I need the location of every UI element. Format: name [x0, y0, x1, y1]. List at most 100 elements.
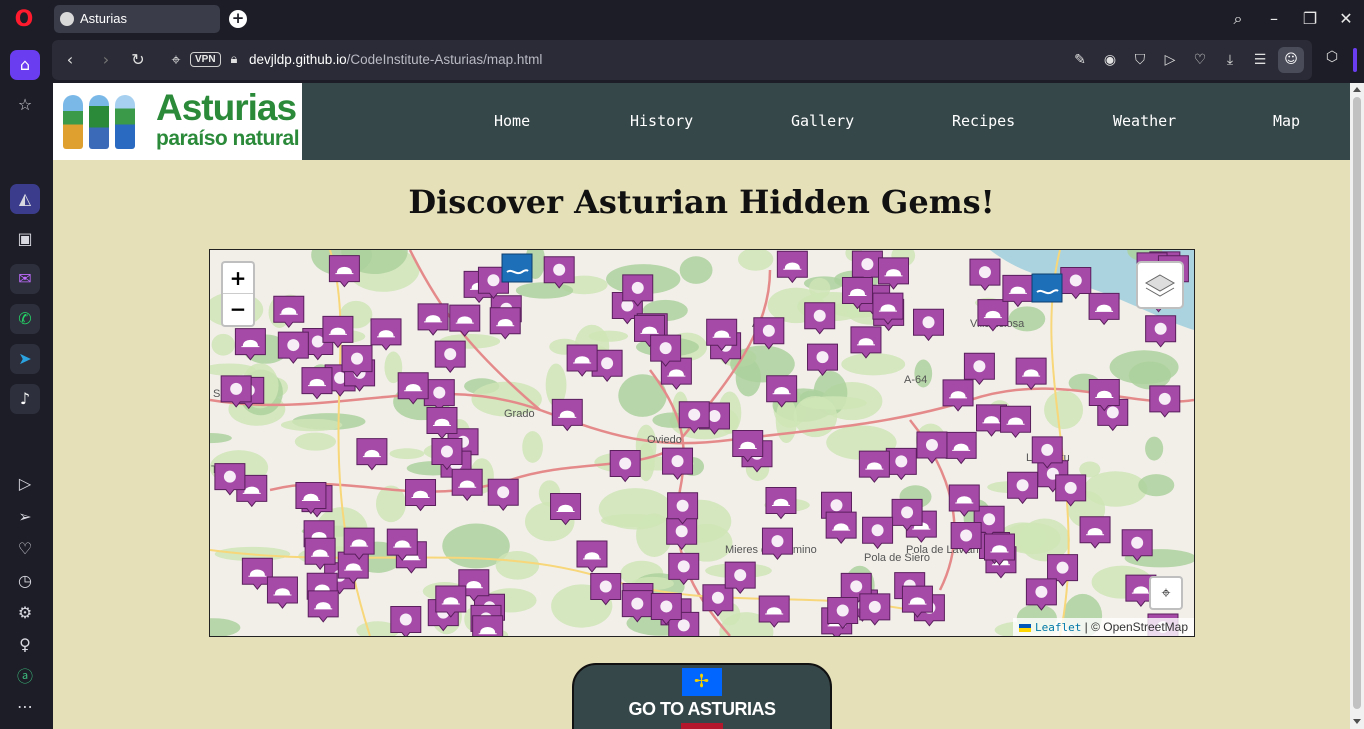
location-icon[interactable]: ⌖	[166, 50, 186, 70]
monument-marker[interactable]	[862, 516, 894, 550]
restaurant-marker[interactable]	[766, 375, 798, 408]
nav-gallery[interactable]: Gallery	[791, 112, 854, 130]
restaurant-marker[interactable]	[405, 478, 437, 512]
restaurant-marker[interactable]	[942, 379, 974, 412]
locate-button[interactable]: ⌖	[1149, 576, 1183, 610]
monument-marker[interactable]	[891, 498, 923, 532]
home-icon[interactable]: ⌂	[10, 50, 40, 80]
page-scrollbar[interactable]	[1350, 83, 1364, 729]
monument-marker[interactable]	[1007, 471, 1039, 505]
opera-logo-icon[interactable]: O	[12, 8, 36, 32]
restaurant-marker[interactable]	[706, 318, 738, 351]
restaurant-marker[interactable]	[566, 344, 598, 377]
monument-marker[interactable]	[913, 308, 945, 342]
nav-weather[interactable]: Weather	[1113, 112, 1176, 130]
restaurant-marker[interactable]	[397, 372, 429, 405]
restaurant-marker[interactable]	[1088, 292, 1120, 326]
scroll-up-arrow-icon[interactable]	[1353, 87, 1361, 92]
restaurant-marker[interactable]	[1002, 274, 1034, 308]
monument-marker[interactable]	[1145, 315, 1177, 348]
restaurant-marker[interactable]	[732, 429, 764, 463]
back-icon[interactable]: ‹	[60, 50, 80, 70]
monument-marker[interactable]	[390, 605, 422, 636]
monument-marker[interactable]	[431, 437, 463, 471]
restaurant-marker[interactable]	[850, 326, 882, 359]
restaurant-marker[interactable]	[370, 318, 402, 351]
monument-marker[interactable]	[609, 449, 641, 483]
heart-icon[interactable]: ♡	[10, 534, 40, 564]
edit-icon[interactable]: ✎	[1070, 50, 1090, 70]
restaurant-marker[interactable]	[417, 303, 449, 336]
restaurant-marker[interactable]	[266, 576, 298, 609]
nav-home[interactable]: Home	[494, 112, 530, 130]
monument-marker[interactable]	[590, 573, 622, 606]
restaurant-marker[interactable]	[307, 590, 339, 623]
restaurant-marker[interactable]	[337, 551, 369, 584]
more-icon[interactable]: ⋯	[10, 692, 40, 722]
scroll-down-arrow-icon[interactable]	[1353, 719, 1361, 724]
restaurant-marker[interactable]	[435, 585, 467, 618]
restaurant-marker[interactable]	[273, 295, 305, 329]
restaurant-marker[interactable]	[872, 292, 904, 325]
restaurant-marker[interactable]	[234, 328, 266, 361]
forward-icon[interactable]: ›	[96, 50, 116, 70]
restaurant-marker[interactable]	[489, 307, 521, 340]
restaurant-marker[interactable]	[426, 406, 458, 440]
restaurant-marker[interactable]	[356, 438, 388, 471]
messenger-icon[interactable]: ✉	[10, 264, 40, 294]
search-icon[interactable]: ⌕	[1228, 9, 1248, 29]
extension-icon[interactable]: ⓐ	[10, 662, 40, 692]
restaurant-marker[interactable]	[901, 585, 933, 618]
restaurant-marker[interactable]	[1000, 405, 1032, 438]
monument-marker[interactable]	[662, 447, 694, 480]
shield-icon[interactable]: ⛉	[1130, 50, 1150, 70]
settings-icon[interactable]: ⚙	[10, 598, 40, 628]
monument-marker[interactable]	[1025, 578, 1057, 611]
monument-marker[interactable]	[761, 527, 793, 560]
monument-marker[interactable]	[667, 492, 699, 525]
favorite-icon[interactable]: ♡	[1190, 50, 1210, 70]
monument-marker[interactable]	[969, 258, 1001, 291]
monument-marker[interactable]	[1060, 266, 1092, 300]
whatsapp-icon[interactable]: ✆	[10, 304, 40, 334]
zoom-out-button[interactable]: −	[223, 293, 253, 324]
monument-marker[interactable]	[1055, 474, 1087, 507]
history-icon[interactable]: ◷	[10, 566, 40, 596]
restaurant-marker[interactable]	[304, 537, 336, 571]
nav-recipes[interactable]: Recipes	[952, 112, 1015, 130]
monument-marker[interactable]	[916, 431, 948, 464]
restaurant-marker[interactable]	[328, 255, 360, 288]
player-icon[interactable]: ▷	[10, 469, 40, 499]
monument-marker[interactable]	[1149, 385, 1181, 418]
tips-icon[interactable]: ♀	[10, 630, 40, 660]
cube-icon[interactable]: ⬡	[1320, 49, 1344, 71]
easy-setup-icon[interactable]: ☰	[1250, 50, 1270, 70]
restaurant-marker[interactable]	[301, 367, 333, 400]
beach-marker[interactable]	[1031, 273, 1063, 303]
restaurant-marker[interactable]	[948, 484, 980, 517]
monument-marker[interactable]	[885, 447, 917, 481]
restaurant-marker[interactable]	[551, 398, 583, 432]
monument-marker[interactable]	[214, 463, 246, 496]
url-field[interactable]: devjldp.github.io/CodeInstitute-Asturias…	[249, 52, 542, 67]
restaurant-marker[interactable]	[550, 493, 582, 526]
profile-icon[interactable]: ☺	[1278, 47, 1304, 73]
new-tab-button[interactable]: +	[229, 10, 247, 28]
restaurant-marker[interactable]	[322, 315, 354, 349]
monument-marker[interactable]	[807, 343, 839, 376]
restaurant-marker[interactable]	[472, 615, 504, 636]
monument-marker[interactable]	[1031, 436, 1063, 469]
monument-marker[interactable]	[621, 590, 653, 623]
layers-button[interactable]	[1136, 261, 1184, 309]
aria-icon[interactable]: ◭	[10, 184, 40, 214]
monument-marker[interactable]	[804, 302, 836, 335]
monument-marker[interactable]	[622, 274, 654, 307]
beach-marker[interactable]	[501, 253, 533, 283]
restaurant-marker[interactable]	[983, 533, 1015, 566]
monument-marker[interactable]	[859, 593, 891, 626]
restaurant-marker[interactable]	[1015, 357, 1047, 390]
monument-marker[interactable]	[650, 592, 682, 626]
monument-marker[interactable]	[668, 552, 700, 586]
monument-marker[interactable]	[434, 340, 466, 373]
site-logo[interactable]: Asturias paraíso natural	[53, 83, 302, 160]
